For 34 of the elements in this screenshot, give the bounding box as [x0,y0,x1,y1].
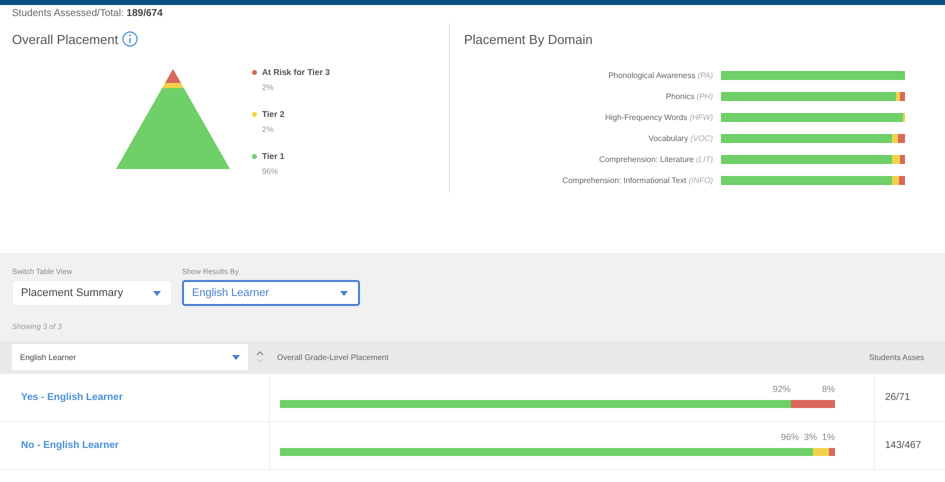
caret-icon [153,290,161,296]
info-icon[interactable] [122,31,138,47]
group-link[interactable]: Yes - English Learner [21,392,123,403]
group-link[interactable]: No - English Learner [21,440,119,451]
domain-label: Phonics (PH) [666,92,713,101]
table-cell: 143/467 [885,440,922,451]
percent-label: 3% [802,432,817,444]
domain-label: Comprehension: Informational Text (INFO) [562,176,713,185]
domain-label: Vocabulary (VOC) [648,134,713,143]
legend-label: Tier 1 [262,151,285,161]
caret-icon [340,290,348,296]
domain-label: High-Frequency Words (HFW) [605,113,713,122]
legend-percent: 2% [262,83,274,92]
percent-label: 92% [772,384,791,396]
legend-label: Tier 2 [262,109,285,119]
filter-dropdown[interactable]: English Learner [12,344,248,370]
sort-icon[interactable] [256,350,264,364]
legend-percent: 96% [262,167,278,176]
domain-label: Comprehension: Literature (LIT) [599,155,713,164]
caret-icon [232,354,240,360]
column-header: Students Asses [869,352,924,362]
students-assessed-total: Students Assessed/Total: 189/674 [11,7,164,21]
domain-label: Phonological Awareness (PA) [608,71,713,80]
table-cell: 26/71 [885,392,910,403]
dropdown[interactable]: English Learner [182,280,360,306]
legend-percent: 2% [262,125,274,134]
percent-label: 8% [820,384,835,396]
percent-label: 96% [780,432,799,444]
section-title: Placement By Domain [464,32,593,47]
legend-label: At Risk for Tier 3 [262,67,330,77]
section-title: Overall Placement [12,32,118,46]
column-header: Overall Grade-Level Placement [277,352,390,362]
dropdown[interactable]: Placement Summary [12,280,172,306]
percent-label: 1% [820,432,835,444]
